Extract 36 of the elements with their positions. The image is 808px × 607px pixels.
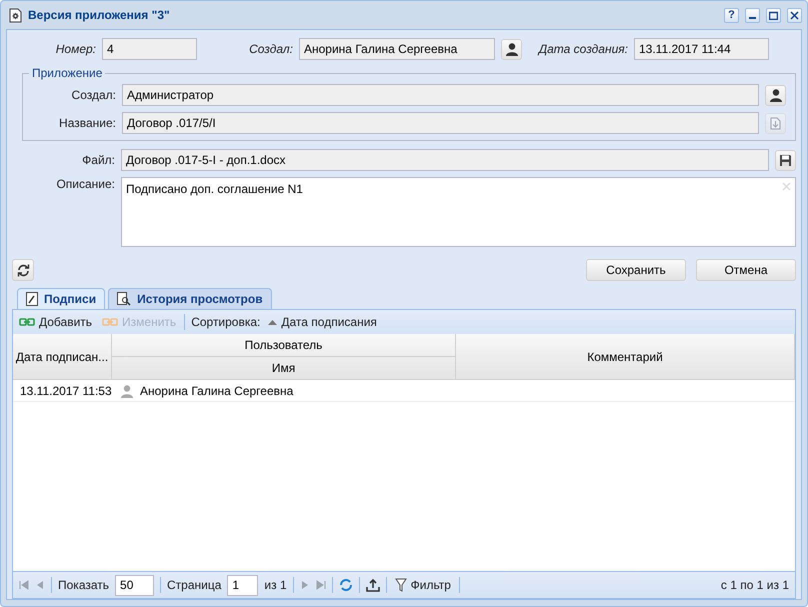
text-field[interactable]: 13.11.2017 11:44 [634, 38, 769, 60]
field-label: Создал: [248, 42, 293, 56]
table-cell-text: 13.11.2017 11:53 [19, 384, 112, 398]
field-label: Описание: [55, 177, 115, 193]
page-size-field[interactable]: 50 [115, 574, 154, 596]
window-title: Версия приложения "3" [28, 8, 171, 22]
user-name: Анорина Галина Сергеевна [140, 384, 294, 398]
cancel-button[interactable]: Отмена [696, 259, 796, 281]
field-label: Дата создания: [536, 42, 628, 56]
column-header[interactable]: Дата подписан... [13, 334, 112, 379]
file-field[interactable]: Договор .017-5-I - доп.1.docx [121, 149, 769, 171]
filter-button[interactable]: Фильтр [392, 576, 453, 594]
column-group-header: Пользователь [112, 334, 455, 356]
page-field[interactable]: 1 [227, 574, 258, 596]
tab[interactable]: Подписи [17, 288, 106, 309]
page-summary: с 1 по 1 из 1 [720, 578, 789, 592]
group-legend: Приложение [29, 66, 106, 80]
column-header[interactable]: Имя [112, 356, 455, 379]
add-button[interactable]: Добавить [17, 313, 94, 331]
text-field[interactable]: Администратор [122, 84, 759, 106]
page-label: Страница [167, 578, 222, 592]
help-button[interactable]: ? [724, 8, 739, 22]
page-count: из 1 [264, 578, 287, 592]
field-label: Номер: [54, 42, 96, 56]
column-header[interactable]: Комментарий [456, 334, 795, 379]
tab[interactable]: История просмотров [108, 288, 272, 309]
save-button[interactable]: Сохранить [586, 259, 686, 281]
field-label: Создал: [70, 88, 116, 102]
text-field[interactable]: 4 [102, 38, 197, 60]
text-field[interactable]: Анорина Галина Сергеевна [299, 38, 495, 60]
sort-label: Сортировка: [191, 315, 260, 329]
page-size-label: Показать [58, 578, 110, 592]
field-label: Файл: [81, 153, 115, 167]
field-label: Название: [58, 116, 116, 130]
sort-button[interactable]: Дата подписания [266, 313, 379, 331]
description-field[interactable]: Подписано доп. соглашение N1 [121, 177, 796, 247]
